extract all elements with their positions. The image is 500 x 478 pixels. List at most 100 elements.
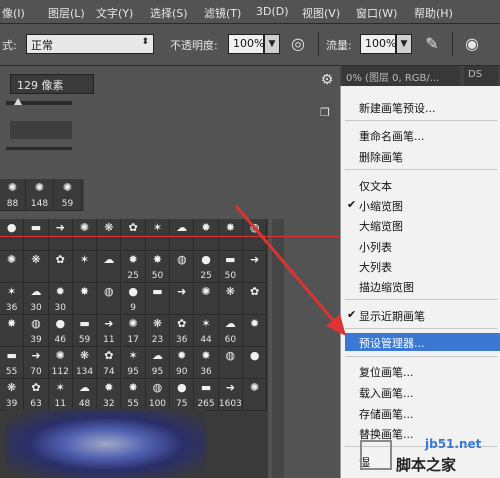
menu-item-delete[interactable]: 删除画笔	[359, 149, 403, 165]
menu-item-small-thumbnail[interactable]: 小缩览图	[359, 198, 403, 214]
brush-preset-cell[interactable]: ✸ 50	[145, 251, 171, 283]
brush-preset-cell[interactable]: ✸ 36	[194, 347, 219, 379]
menu-view[interactable]: 视图(V)	[302, 5, 340, 21]
mode-dropdown[interactable]: 正常 ⬍	[26, 34, 154, 54]
menu-item-new-preset[interactable]: 新建画笔预设...	[359, 100, 436, 116]
brush-preset-cell[interactable]: ✹ 25	[121, 251, 146, 283]
brush-preset-cell[interactable]: ▬	[24, 219, 49, 251]
tab-document[interactable]: 0% (图层 0, RGB/...	[342, 66, 460, 86]
brush-preset-cell[interactable]: ✺	[72, 219, 98, 251]
airbrush-icon[interactable]: ✎	[420, 32, 444, 56]
brush-preset-cell[interactable]: ▬ 265	[194, 379, 219, 411]
menu-item-save[interactable]: 存储画笔...	[359, 406, 414, 422]
brush-preset-cell[interactable]: ✸	[72, 283, 98, 315]
brush-preset-cell[interactable]: ▬	[145, 283, 171, 315]
brush-preset-cell[interactable]: ✹	[243, 315, 268, 347]
menu-item-large-list[interactable]: 大列表	[359, 259, 392, 275]
flow-dropdown-button[interactable]: ▼	[396, 34, 412, 54]
menu-select[interactable]: 选择(S)	[150, 5, 188, 21]
brush-preset-cell[interactable]: ◍	[97, 283, 122, 315]
brush-preset-cell[interactable]: ◍ 100	[145, 379, 171, 411]
menu-window[interactable]: 窗口(W)	[356, 5, 397, 21]
menu-item-large-thumbnail[interactable]: 大缩览图	[359, 218, 403, 234]
slider-thumb[interactable]	[14, 98, 22, 105]
brush-preset-cell[interactable]: ✿	[243, 283, 268, 315]
menu-filter[interactable]: 滤镜(T)	[204, 5, 241, 21]
menu-item-text-only[interactable]: 仅文本	[359, 178, 392, 194]
menu-item-load[interactable]: 载入画笔...	[359, 385, 414, 401]
brush-preset-cell[interactable]: ✹ 90	[170, 347, 195, 379]
brush-preset-cell[interactable]: ☁	[97, 251, 122, 283]
brush-preset-cell[interactable]: ✸ 55	[121, 379, 146, 411]
menu-3d[interactable]: 3D(D)	[256, 5, 289, 18]
brush-preset-cell[interactable]: ✶ 11	[48, 379, 73, 411]
brush-preset-cell[interactable]: ✿ 63	[24, 379, 49, 411]
menu-item-show-recent[interactable]: 显示近期画笔	[359, 308, 425, 324]
brush-preset-cell[interactable]: ✺	[0, 251, 25, 283]
menu-image[interactable]: 像(I)	[2, 5, 25, 21]
tab-document-2[interactable]: DS	[464, 66, 498, 86]
brush-preset-cell[interactable]: ➜ 11	[97, 315, 122, 347]
brush-preset-cell[interactable]: ✶ 44	[194, 315, 219, 347]
hardness-slider[interactable]	[6, 147, 72, 150]
brush-preset-cell[interactable]: ✺	[243, 379, 268, 411]
brush-preset-cell[interactable]: ✹ 32	[97, 379, 122, 411]
brush-preset-cell[interactable]: ➜	[170, 283, 195, 315]
menu-item-reset[interactable]: 复位画笔...	[359, 364, 414, 380]
brush-preset-cell[interactable]: ✿ 74	[97, 347, 122, 379]
brush-preset-cell[interactable]: ◍	[170, 251, 195, 283]
brush-preset-cell[interactable]: ➜ 1603	[218, 379, 243, 411]
brush-preset-cell[interactable]: ✿ 36	[170, 315, 195, 347]
brush-preset-cell[interactable]: ▬ 59	[72, 315, 98, 347]
brush-preset-cell[interactable]: ●	[0, 219, 25, 251]
menu-help[interactable]: 帮助(H)	[414, 5, 453, 21]
brush-preset-cell[interactable]: ✶ 95	[121, 347, 146, 379]
brush-preset-cell[interactable]: ◍	[243, 219, 268, 251]
brush-preset-cell[interactable]: ✸	[218, 219, 243, 251]
flow-field[interactable]: 100%	[360, 34, 396, 54]
brush-size-field[interactable]: 129 像素	[10, 74, 94, 94]
brush-preset-cell[interactable]: ◍ 39	[24, 315, 49, 347]
brush-preset-cell[interactable]: ● 46	[48, 315, 73, 347]
brush-preset-cell[interactable]: ☁ 60	[218, 315, 243, 347]
brush-preset-cell[interactable]: ☁	[170, 219, 195, 251]
recent-brush[interactable]: ✺ 148	[26, 179, 54, 211]
recent-brush[interactable]: ✺ 59	[54, 179, 82, 211]
brush-preset-cell[interactable]: ❋	[24, 251, 49, 283]
hardness-field[interactable]	[10, 121, 72, 139]
brush-preset-cell[interactable]: ●	[243, 347, 268, 379]
brush-preset-cell[interactable]: ✹ 30	[48, 283, 73, 315]
brush-preset-cell[interactable]: ❋	[218, 283, 243, 315]
brush-preset-cell[interactable]: ✺	[194, 283, 219, 315]
brush-preset-cell[interactable]: ➜	[48, 219, 73, 251]
menu-item-preset-manager[interactable]: 预设管理器...	[359, 335, 425, 351]
brush-preset-cell[interactable]: ➜	[243, 251, 268, 283]
brush-preset-cell[interactable]: ❋ 39	[0, 379, 25, 411]
brush-preset-cell[interactable]: ☁ 48	[72, 379, 98, 411]
brush-preset-cell[interactable]: ❋ 134	[72, 347, 98, 379]
opacity-dropdown-button[interactable]: ▼	[264, 34, 280, 54]
brush-preset-cell[interactable]: ◍	[218, 347, 243, 379]
brush-preset-cell[interactable]: ● 9	[121, 283, 146, 315]
pressure-opacity-icon[interactable]: ◎	[286, 32, 310, 56]
recent-brush[interactable]: ✺ 88	[0, 179, 26, 211]
brush-preset-cell[interactable]: ➜ 70	[24, 347, 49, 379]
menu-type[interactable]: 文字(Y)	[96, 5, 133, 21]
brush-preset-cell[interactable]: ✹	[194, 219, 219, 251]
menu-item-small-list[interactable]: 小列表	[359, 239, 392, 255]
brush-preset-cell[interactable]: ▬ 55	[0, 347, 25, 379]
opacity-field[interactable]: 100%	[228, 34, 264, 54]
pressure-size-icon[interactable]: ◉	[460, 32, 484, 56]
new-preset-icon[interactable]: ❐	[320, 106, 334, 120]
brush-preset-cell[interactable]: ✺ 17	[121, 315, 146, 347]
brush-preset-cell[interactable]: ✶	[145, 219, 171, 251]
brush-preset-cell[interactable]: ● 75	[170, 379, 195, 411]
brush-preset-cell[interactable]: ❋	[97, 219, 122, 251]
brush-preset-cell[interactable]: ☁ 95	[145, 347, 171, 379]
brush-preset-cell[interactable]: ✿	[48, 251, 73, 283]
brush-preset-cell[interactable]: ▬ 50	[218, 251, 243, 283]
brush-preset-cell[interactable]: ✶	[72, 251, 98, 283]
menu-item-rename[interactable]: 重命名画笔...	[359, 128, 425, 144]
size-slider[interactable]	[6, 98, 72, 105]
gear-icon[interactable]: ⚙	[316, 70, 338, 90]
